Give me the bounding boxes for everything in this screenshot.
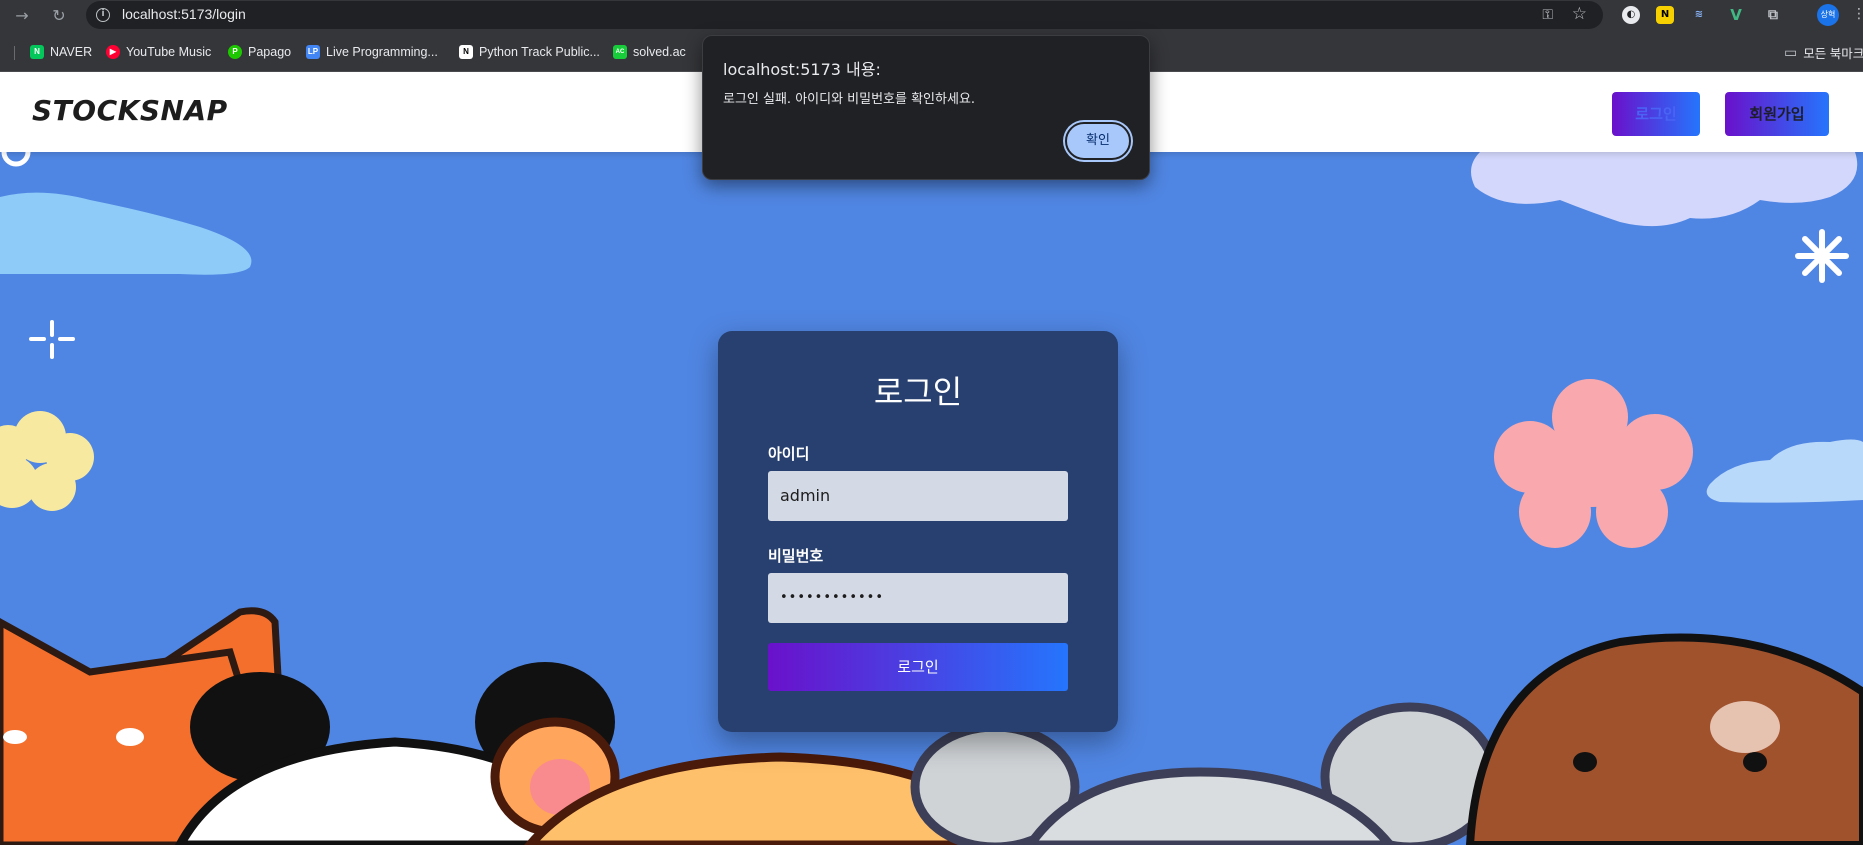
bookmark-label: YouTube Music: [126, 45, 212, 59]
bookmark-label: solved.ac: [633, 45, 686, 59]
header-login-button[interactable]: 로그인: [1612, 92, 1700, 136]
extensions-puzzle-icon[interactable]: ⧉: [1764, 6, 1782, 24]
flower-left: [0, 411, 94, 511]
site-logo[interactable]: STOCKSNAP: [32, 94, 228, 127]
extension-circle-icon[interactable]: ◐: [1622, 6, 1640, 24]
bear-head: [1465, 633, 1863, 845]
password-input[interactable]: ••••••••••••: [768, 573, 1068, 623]
bookmark-label: Python Track Public...: [479, 45, 600, 59]
fox-cheek: [116, 728, 144, 746]
sparkle-star: [1795, 229, 1849, 283]
url-text: localhost:5173/login: [122, 6, 246, 22]
bookmark-naver[interactable]: N NAVER: [30, 43, 92, 61]
vue-devtools-icon[interactable]: V: [1727, 6, 1745, 24]
folder-icon: ▭: [1784, 43, 1798, 60]
bookmark-live-programming[interactable]: LP Live Programming...: [306, 43, 438, 61]
login-title: 로그인: [873, 373, 963, 411]
bear-eye-right: [1743, 752, 1767, 772]
dialog-message: 로그인 실패. 아이디와 비밀번호를 확인하세요.: [723, 92, 976, 107]
bookmark-star-icon[interactable]: ☆: [1572, 4, 1587, 24]
bookmark-label: Papago: [248, 45, 292, 59]
header-signup-button[interactable]: 회원가입: [1725, 92, 1829, 136]
bookmark-solved-ac[interactable]: AC solved.ac: [613, 43, 686, 61]
bookmark-label: Live Programming...: [326, 45, 438, 59]
dialog-ok-button[interactable]: 확인: [1065, 122, 1131, 160]
alert-dialog: localhost:5173 내용: 로그인 실패. 아이디와 비밀번호를 확인…: [702, 35, 1150, 180]
site-info-icon[interactable]: i: [96, 8, 110, 22]
youtube-music-icon: ▶: [106, 45, 120, 59]
sparkle-plus: [29, 320, 75, 359]
cloud-right: [1706, 439, 1863, 503]
profile-avatar[interactable]: 상혁: [1817, 4, 1839, 26]
password-label: 비밀번호: [768, 547, 824, 565]
cloud-top-right: [1471, 152, 1858, 227]
all-bookmarks-label: 모든 북마크: [1803, 46, 1863, 61]
bookmark-papago[interactable]: P Papago: [228, 43, 291, 61]
notion-icon: N: [459, 45, 473, 59]
papago-icon: P: [228, 45, 242, 59]
address-bar[interactable]: i localhost:5173/login ⚿ ☆: [86, 1, 1603, 29]
extension-n-icon[interactable]: N: [1656, 6, 1674, 24]
login-page: STOCKSNAP 로그인 회원가입 로그인 아이디 admin 비밀번호 ••…: [0, 72, 1863, 845]
flower-right: [1494, 379, 1693, 548]
extension-wave-icon[interactable]: ≋: [1690, 6, 1708, 24]
reload-icon[interactable]: ↻: [47, 4, 71, 28]
naver-icon: N: [30, 45, 44, 59]
browser-menu-icon[interactable]: ⋮: [1852, 6, 1863, 26]
bookmark-label: NAVER: [50, 45, 93, 59]
password-key-icon[interactable]: ⚿: [1542, 7, 1553, 23]
solved-ac-icon: AC: [613, 45, 627, 59]
bear-highlight: [1710, 701, 1780, 753]
dialog-origin: localhost:5173 내용:: [723, 60, 881, 79]
bookmarks-divider: [14, 46, 15, 60]
browser-toolbar: → ↻ i localhost:5173/login ⚿ ☆ ◐ N ≋ V ⧉…: [0, 0, 1863, 32]
bookmark-python-track[interactable]: N Python Track Public...: [459, 43, 600, 61]
forward-arrow-icon[interactable]: →: [10, 4, 34, 28]
bear-eye-left: [1573, 752, 1597, 772]
id-input[interactable]: admin: [768, 471, 1068, 521]
bubble-top-left: [1, 152, 31, 167]
id-label: 아이디: [768, 445, 810, 463]
fox-eye-spot: [3, 730, 27, 744]
login-submit-button[interactable]: 로그인: [768, 643, 1068, 691]
all-bookmarks-folder[interactable]: ▭ 모든 북마크: [1784, 43, 1863, 61]
cloud-left: [0, 192, 252, 275]
bookmark-youtube-music[interactable]: ▶ YouTube Music: [106, 43, 211, 61]
login-card: 로그인 아이디 admin 비밀번호 •••••••••••• 로그인: [718, 331, 1118, 732]
live-programming-icon: LP: [306, 45, 320, 59]
